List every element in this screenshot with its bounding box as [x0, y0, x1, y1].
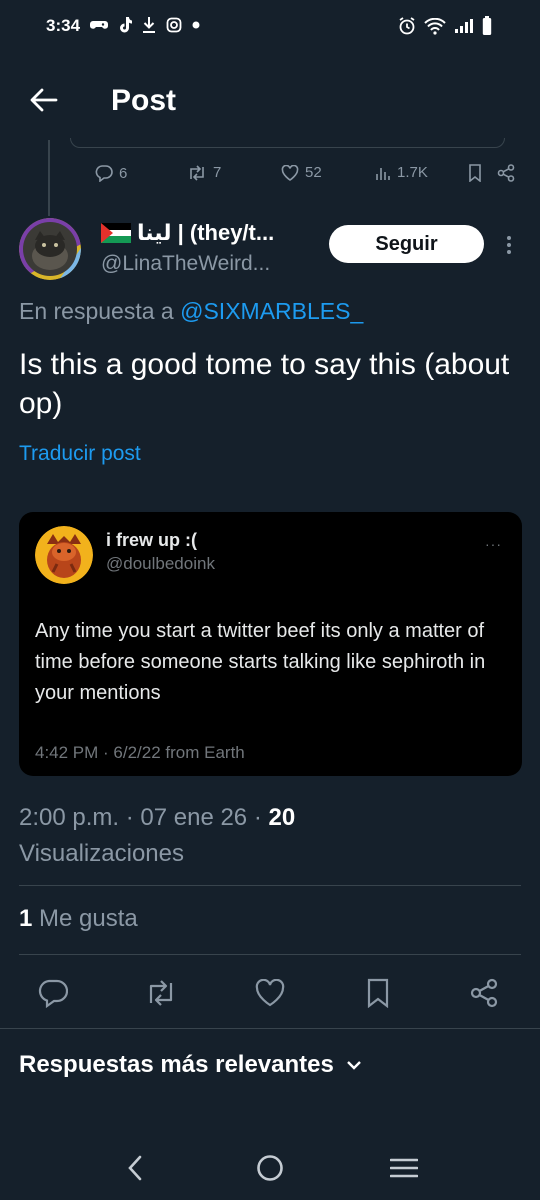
tweet-text: Is this a good tome to say this (about o…: [19, 348, 510, 420]
embedded-image[interactable]: i frew up :( @doulbedoink ··· Any time y…: [19, 512, 522, 776]
repost-icon: [149, 980, 173, 1006]
follow-button[interactable]: Seguir: [329, 225, 484, 263]
divider: [19, 885, 521, 886]
reply-mention-link[interactable]: @SIXMARBLES_: [180, 298, 363, 324]
embed-text: Any time you start a twitter beef its on…: [35, 620, 486, 704]
parent-views-button[interactable]: 1.7K: [375, 164, 428, 181]
android-recents-button[interactable]: [384, 1148, 424, 1188]
more-dot-icon: [507, 243, 511, 247]
author-handle[interactable]: @LinaTheWeird...: [101, 252, 270, 276]
more-dot-icon: [507, 250, 511, 254]
back-arrow-icon: [30, 88, 58, 112]
chevron-down-icon: [347, 1061, 361, 1070]
share-button[interactable]: [467, 976, 501, 1010]
parent-repost-count: 7: [213, 164, 222, 181]
heart-icon: [281, 164, 299, 181]
download-icon: [143, 17, 155, 33]
embed-more-icon: ···: [485, 536, 502, 552]
divider: [0, 1028, 540, 1029]
parent-reply-button[interactable]: 6: [95, 164, 127, 182]
tweet-timestamp: 2:00 p.m. · 07 ene 26 ·: [19, 804, 269, 831]
status-icons-left: [90, 16, 200, 33]
android-back-button[interactable]: [115, 1148, 155, 1188]
divider: [19, 954, 521, 955]
reply-button[interactable]: [36, 976, 70, 1010]
likes-label: Me gusta: [39, 905, 138, 932]
palestine-flag-icon: [101, 223, 131, 243]
more-dot-icon: [507, 236, 511, 240]
bookmark-icon: [367, 978, 389, 1008]
heart-icon: [255, 979, 285, 1007]
parent-reply-count: 6: [119, 164, 128, 182]
reply-context: En respuesta a @SIXMARBLES_: [19, 298, 363, 325]
status-icons-right: [398, 16, 492, 36]
reply-icon: [38, 979, 68, 1008]
embed-author-handle: @doulbedoink: [106, 554, 215, 573]
bookmark-button[interactable]: [361, 976, 395, 1010]
instagram-icon: [166, 17, 182, 32]
views-icon: [376, 167, 390, 180]
bookmark-icon: [469, 164, 481, 182]
parent-embed-edge: [70, 138, 505, 148]
parent-like-button[interactable]: 52: [281, 164, 322, 181]
menu-icon: [390, 1158, 418, 1178]
views-count: 20: [268, 804, 296, 831]
repost-button[interactable]: [144, 976, 178, 1010]
author-name[interactable]: لينا | (they/t...: [101, 220, 274, 246]
repost-icon: [190, 164, 204, 181]
tiktok-icon: [120, 17, 132, 33]
avatar-image: [19, 218, 81, 280]
parent-repost-button[interactable]: 7: [187, 164, 221, 181]
status-time: 3:34: [46, 16, 81, 35]
more-options-button[interactable]: [500, 230, 518, 260]
signal-icon: [455, 19, 473, 33]
wifi-icon: [424, 17, 446, 35]
thread-line: [48, 140, 50, 216]
tweet-metadata: 2:00 p.m. · 07 ene 26 · 20 Visualizacion…: [19, 800, 519, 872]
reply-prefix: En respuesta a: [19, 298, 174, 324]
parent-tweet-actions: 6 7 52 1.7K: [95, 164, 520, 188]
author-name-text: لينا | (they/t...: [137, 220, 275, 245]
battery-icon: [482, 16, 492, 35]
share-icon: [470, 978, 498, 1008]
embed-author-name: i frew up :(: [106, 530, 197, 550]
parent-like-count: 52: [305, 164, 322, 181]
gamepad-icon: [90, 20, 108, 29]
author-avatar[interactable]: [19, 218, 81, 280]
embed-meta: 4:42 PM · 6/2/22 from Earth: [35, 743, 245, 762]
chevron-left-icon: [128, 1155, 142, 1181]
likes-summary[interactable]: 1 Me gusta: [19, 905, 138, 933]
share-icon: [497, 164, 515, 182]
tweet-action-bar: [0, 970, 540, 1014]
dot-icon: [192, 21, 200, 28]
home-circle-icon: [257, 1155, 283, 1181]
parent-bookmark-button[interactable]: [468, 164, 482, 182]
page-title: Post: [111, 84, 177, 117]
back-button[interactable]: [26, 82, 62, 118]
replies-sort-dropdown[interactable]: Respuestas más relevantes: [19, 1051, 362, 1079]
embed-avatar: [35, 526, 93, 584]
likes-count: 1: [19, 905, 33, 932]
android-home-button[interactable]: [250, 1148, 290, 1188]
replies-sort-label: Respuestas más relevantes: [19, 1051, 334, 1078]
reply-icon: [95, 165, 113, 182]
embed-avatar-image: [35, 526, 93, 584]
parent-share-button[interactable]: [497, 164, 515, 182]
like-button[interactable]: [253, 976, 287, 1010]
views-label: Visualizaciones: [19, 840, 184, 867]
translate-post-link[interactable]: Traducir post: [19, 442, 141, 466]
parent-views-count: 1.7K: [397, 164, 428, 181]
alarm-icon: [399, 17, 415, 35]
